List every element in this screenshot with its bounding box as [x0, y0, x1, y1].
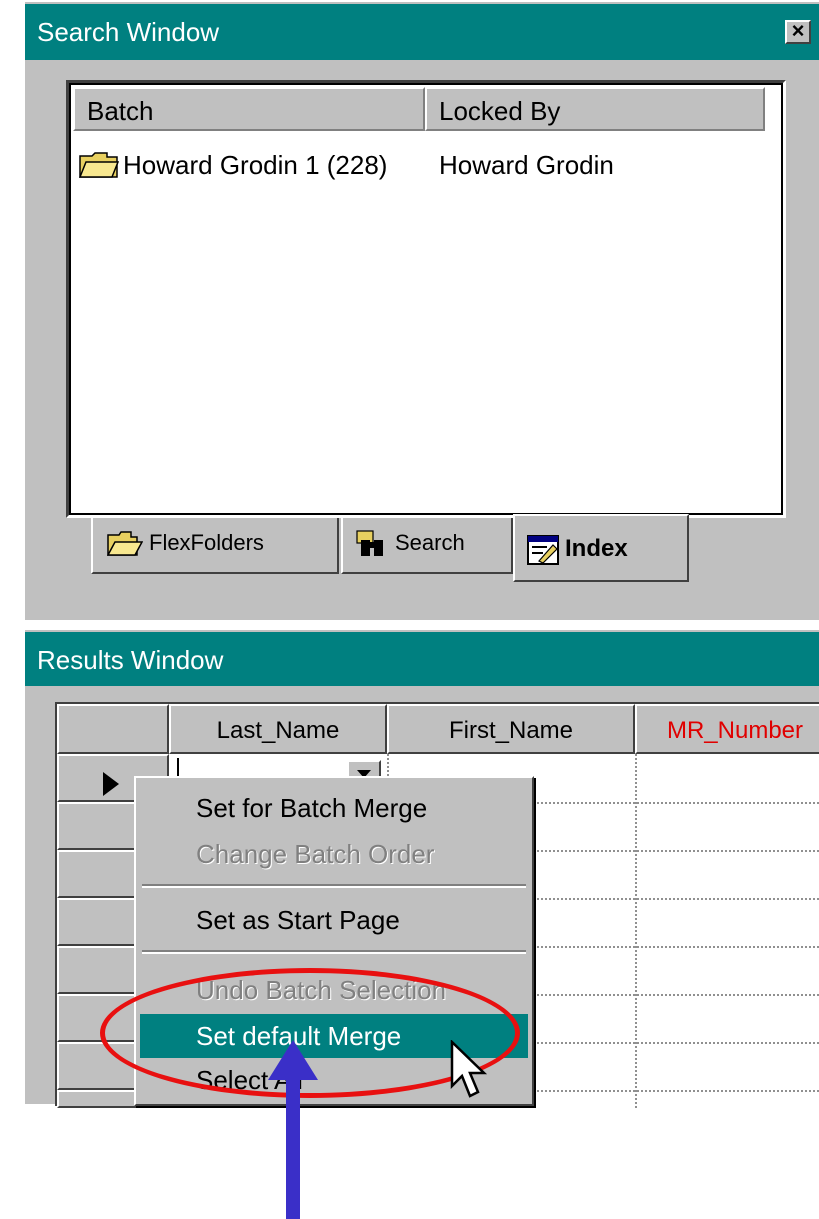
column-header-locked-by[interactable]: Locked By	[425, 87, 765, 131]
tab-index-label: Index	[565, 535, 628, 562]
close-icon: ×	[791, 18, 805, 43]
menu-item-set-for-batch-merge[interactable]: Set for Batch Merge	[140, 786, 528, 830]
list-item-batch-name[interactable]: Howard Grodin 1 (228)	[123, 145, 387, 185]
grid-corner-header	[57, 704, 169, 754]
open-folder-icon	[107, 531, 143, 556]
batch-list[interactable]: Batch Locked By Howard Grodin 1 (228) Ho…	[66, 80, 786, 518]
column-header-batch[interactable]: Batch	[73, 87, 425, 131]
tab-flexfolders[interactable]: FlexFolders	[91, 518, 339, 574]
search-window-title: Search Window	[25, 4, 819, 60]
current-row-pointer-icon	[103, 772, 119, 796]
menu-separator	[142, 950, 526, 954]
search-window: Search Window × Batch Locked By Howard G…	[23, 0, 819, 620]
mouse-pointer-icon	[450, 1040, 488, 1098]
close-button[interactable]: ×	[785, 20, 811, 44]
menu-separator	[142, 884, 526, 888]
index-edit-icon	[527, 534, 559, 565]
menu-item-change-batch-order[interactable]: Change Batch Order	[140, 832, 528, 876]
results-window-title: Results Window	[25, 632, 819, 686]
tab-index[interactable]: Index	[513, 514, 689, 582]
binoculars-icon	[356, 530, 383, 557]
menu-item-set-as-start-page[interactable]: Set as Start Page	[140, 898, 528, 942]
tab-flexfolders-label: FlexFolders	[149, 530, 264, 555]
tab-search-label: Search	[395, 530, 465, 555]
grid-line	[635, 754, 637, 1108]
arrow-shaft	[286, 1064, 300, 1219]
folder-icon	[79, 152, 119, 178]
column-header-last-name[interactable]: Last_Name	[169, 704, 387, 754]
column-header-mr-number[interactable]: MR_Number	[635, 704, 819, 754]
list-item-locked-by: Howard Grodin	[439, 150, 614, 180]
tab-search[interactable]: Search	[341, 518, 513, 574]
column-header-first-name[interactable]: First_Name	[387, 704, 635, 754]
